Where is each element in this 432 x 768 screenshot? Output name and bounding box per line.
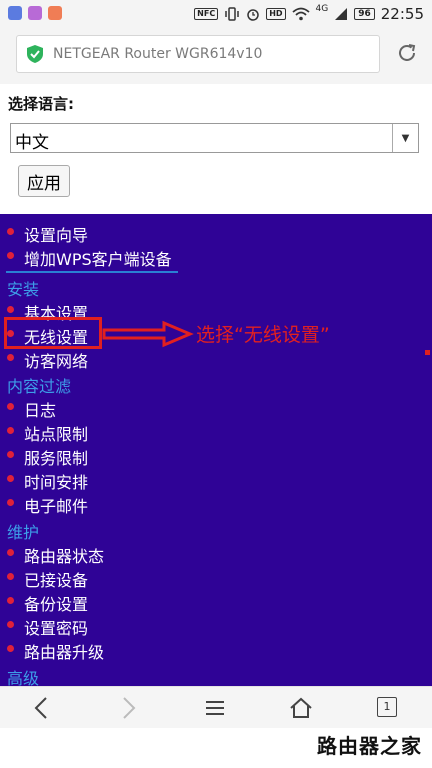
watermark-text: 路由器之家 xyxy=(317,734,422,758)
bullet-icon xyxy=(7,549,14,556)
nfc-icon: NFC xyxy=(194,8,219,20)
bullet-icon xyxy=(7,475,14,482)
notification-app-icon-2 xyxy=(28,6,42,20)
menu-item-add-wps-client[interactable]: 增加WPS客户端设备 xyxy=(24,246,172,270)
bullet-icon xyxy=(7,621,14,628)
section-heading-setup: 安装 xyxy=(7,280,40,299)
address-bar[interactable]: NETGEAR Router WGR614v10 xyxy=(16,35,380,73)
section-heading-content-filtering: 内容过滤 xyxy=(7,377,72,396)
bullet-icon xyxy=(7,306,14,313)
edge-marker xyxy=(425,350,430,355)
language-select[interactable]: 中文 ▼ xyxy=(10,123,419,153)
bullet-icon xyxy=(7,451,14,458)
menu-item-block-services[interactable]: 服务限制 xyxy=(24,445,88,469)
annotation-text: 选择“无线设置” xyxy=(196,324,330,346)
bullet-icon xyxy=(7,427,14,434)
language-label: 选择语言: xyxy=(8,95,74,113)
browser-toolbar: 1 xyxy=(0,686,432,728)
bullet-icon xyxy=(7,645,14,652)
vibrate-icon xyxy=(225,7,239,21)
menu-item-backup-settings[interactable]: 备份设置 xyxy=(24,591,88,615)
home-icon[interactable] xyxy=(288,695,314,721)
hd-icon: HD xyxy=(266,8,286,20)
battery-icon: 96 xyxy=(354,8,375,20)
bullet-icon xyxy=(7,403,14,410)
router-menu-panel: 设置向导 增加WPS客户端设备 安装 基本设置 无线设置 访客网络 内容过滤 日… xyxy=(0,214,432,686)
network-type: 4G xyxy=(315,4,329,14)
status-icons: NFC HD 4G 96 22:55 xyxy=(194,4,424,24)
bullet-icon xyxy=(7,499,14,506)
menu-item-setup-wizard[interactable]: 设置向导 xyxy=(24,222,88,246)
tabs-count-button[interactable]: 1 xyxy=(377,697,397,717)
bullet-icon xyxy=(7,252,14,259)
notification-app-icon-3 xyxy=(48,6,62,20)
dropdown-arrow-icon: ▼ xyxy=(392,124,418,152)
section-divider xyxy=(6,271,178,273)
wifi-icon xyxy=(291,7,310,21)
forward-icon[interactable] xyxy=(115,695,141,721)
section-heading-advanced: 高级 xyxy=(7,669,40,686)
address-bar-area: NETGEAR Router WGR614v10 xyxy=(0,28,432,84)
bullet-icon xyxy=(7,354,14,361)
alarm-icon xyxy=(247,9,259,21)
menu-item-email[interactable]: 电子邮件 xyxy=(24,493,88,517)
apply-button[interactable]: 应用 xyxy=(18,165,70,197)
status-bar: NFC HD 4G 96 22:55 xyxy=(0,0,432,28)
notification-app-icon-1 xyxy=(8,6,22,20)
menu-item-logs[interactable]: 日志 xyxy=(24,397,56,421)
menu-item-block-sites[interactable]: 站点限制 xyxy=(24,421,88,445)
menu-item-schedule[interactable]: 时间安排 xyxy=(24,469,88,493)
menu-icon[interactable] xyxy=(202,695,228,721)
clock: 22:55 xyxy=(380,5,424,23)
bullet-icon xyxy=(7,597,14,604)
secure-shield-icon xyxy=(27,45,43,63)
menu-item-router-status[interactable]: 路由器状态 xyxy=(24,543,104,567)
signal-icon xyxy=(335,8,348,20)
reload-icon[interactable] xyxy=(396,42,418,64)
language-selected-value: 中文 xyxy=(15,133,49,153)
menu-item-router-upgrade[interactable]: 路由器升级 xyxy=(24,639,104,663)
menu-item-attached-devices[interactable]: 已接设备 xyxy=(24,567,88,591)
highlight-box xyxy=(4,317,102,349)
menu-item-guest-network[interactable]: 访客网络 xyxy=(24,348,88,372)
bullet-icon xyxy=(7,228,14,235)
annotation-arrow-icon xyxy=(102,320,194,348)
section-heading-maintenance: 维护 xyxy=(7,523,40,542)
bullet-icon xyxy=(7,573,14,580)
page-title: NETGEAR Router WGR614v10 xyxy=(53,46,263,62)
back-icon[interactable] xyxy=(29,695,55,721)
menu-item-set-password[interactable]: 设置密码 xyxy=(24,615,88,639)
